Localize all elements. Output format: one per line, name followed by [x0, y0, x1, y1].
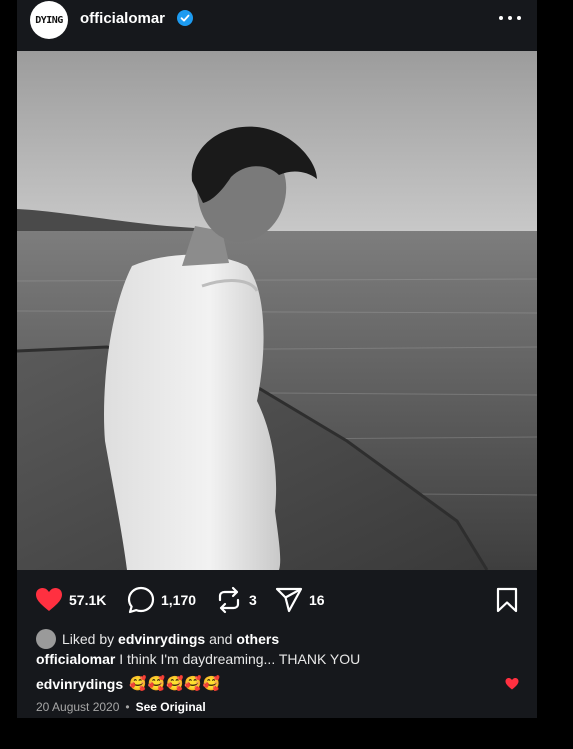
comment-count: 1,170 [161, 592, 197, 608]
liked-by: Liked by edvinrydings and others [36, 628, 279, 650]
post-header: DYING officialomar [17, 0, 537, 50]
more-options-icon[interactable] [499, 8, 521, 28]
liked-by-others[interactable]: others [236, 631, 279, 647]
comment-username[interactable]: edvinrydings [36, 676, 123, 692]
repost-icon [218, 586, 240, 614]
share-count: 16 [309, 592, 325, 608]
like-count: 57.1K [69, 592, 107, 608]
post-card: DYING officialomar 57.1K 1,170 3 16 Like… [17, 0, 537, 718]
post-meta: 20 August 2020 • See Original [36, 700, 206, 714]
caption: officialomar I think I'm daydreaming... … [36, 651, 360, 667]
top-comment: edvinrydings 🥰🥰🥰🥰🥰 [36, 675, 221, 692]
avatar[interactable]: DYING [30, 1, 68, 39]
meta-separator: • [125, 700, 130, 714]
repost-button[interactable]: 3 [215, 584, 257, 616]
bookmark-icon[interactable] [495, 587, 519, 613]
post-photo[interactable] [17, 51, 537, 570]
comment-like-heart-icon[interactable] [505, 677, 519, 691]
username[interactable]: officialomar [80, 10, 165, 27]
post-date: 20 August 2020 [36, 700, 120, 714]
comment-icon [127, 586, 155, 614]
caption-username[interactable]: officialomar [36, 651, 115, 667]
heart-icon [36, 588, 62, 611]
action-bar: 57.1K 1,170 3 16 [17, 580, 537, 620]
comment-text: 🥰🥰🥰🥰🥰 [129, 675, 222, 691]
liked-by-user[interactable]: edvinrydings [118, 631, 205, 647]
caption-text: I think I'm daydreaming... THANK YOU [119, 651, 361, 667]
share-button[interactable]: 16 [275, 584, 325, 616]
liked-by-and: and [209, 631, 233, 647]
like-button[interactable]: 57.1K [35, 584, 106, 616]
share-icon [275, 587, 303, 613]
comment-button[interactable]: 1,170 [127, 584, 196, 616]
see-original-link[interactable]: See Original [136, 700, 206, 714]
verified-badge-icon [177, 10, 193, 26]
avatar[interactable] [36, 629, 56, 649]
liked-by-prefix: Liked by [62, 631, 115, 647]
repost-count: 3 [249, 592, 257, 608]
